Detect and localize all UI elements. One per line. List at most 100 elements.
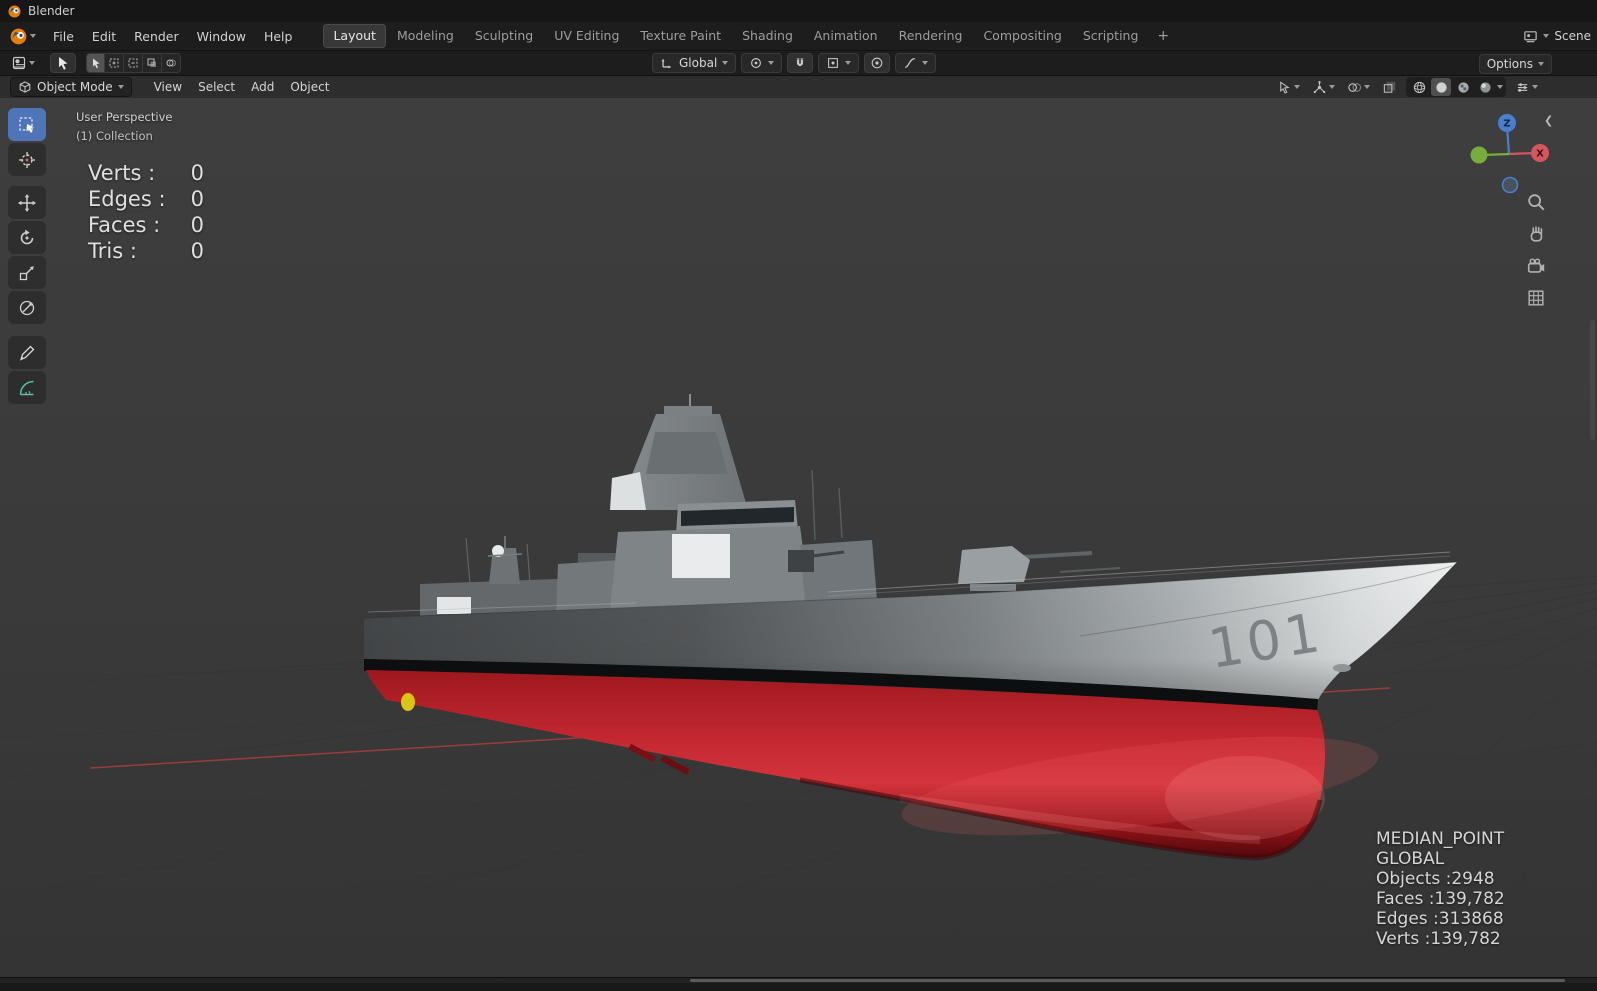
xray-icon [1383, 81, 1396, 93]
proportional-editing-button[interactable] [864, 53, 891, 73]
viewport-info-text: User Perspective (1) Collection [76, 108, 172, 146]
tab-rendering[interactable]: Rendering [889, 24, 973, 48]
select-intersect-icon [166, 59, 176, 67]
selectability-filter-dropdown[interactable] [1274, 79, 1303, 96]
navigation-gizmo[interactable]: Z X [1464, 106, 1554, 200]
gizmos-dropdown[interactable] [1309, 79, 1338, 96]
scale-tool-button[interactable] [8, 256, 46, 289]
viewport-nav-buttons [1524, 190, 1548, 310]
camera-view-button[interactable] [1524, 254, 1548, 278]
tab-shading[interactable]: Shading [732, 24, 803, 48]
tab-uv-editing[interactable]: UV Editing [544, 24, 629, 48]
shading-rendered-button[interactable] [1475, 78, 1495, 96]
active-collection-label: (1) Collection [76, 129, 153, 143]
chevron-down-icon [30, 34, 36, 38]
projection-toggle-button[interactable] [1524, 286, 1548, 310]
active-tool-indicator[interactable] [50, 53, 76, 73]
gizmo-neg-z-axis[interactable] [1501, 176, 1519, 194]
orientation-label: Global [679, 56, 718, 70]
falloff-dropdown[interactable] [895, 53, 937, 73]
menu-object[interactable]: Object [282, 76, 337, 98]
topbar: File Edit Render Window Help Layout Mode… [0, 22, 1597, 50]
stat-value: 0 [190, 161, 204, 185]
menu-select[interactable]: Select [190, 76, 243, 98]
options-dropdown[interactable]: Options [1478, 54, 1552, 74]
chevron-down-icon [1364, 85, 1370, 89]
3d-cursor-icon [19, 151, 35, 168]
chevron-down-icon [29, 61, 35, 65]
select-mode-subtract-button[interactable] [124, 53, 143, 73]
select-mode-invert-button[interactable] [143, 53, 162, 73]
select-mode-new-button[interactable] [86, 53, 105, 73]
transform-info-overlay: MEDIAN_POINT GLOBAL Objects :2948 Faces … [1376, 829, 1505, 949]
shading-wireframe-button[interactable] [1409, 78, 1429, 96]
stat-tris: Tris : 0 [88, 238, 204, 264]
viewport-vertical-scrollbar[interactable] [1590, 320, 1595, 440]
select-new-icon [92, 58, 99, 69]
viewport-settings-icon [1517, 82, 1528, 92]
stat-value: 0 [190, 239, 204, 263]
overlays-dropdown[interactable] [1344, 79, 1373, 96]
editor-type-selector[interactable] [8, 54, 38, 72]
measure-tool-button[interactable] [8, 371, 46, 404]
viewport-canvas[interactable]: 101 [0, 98, 1597, 977]
tab-modeling[interactable]: Modeling [387, 24, 464, 48]
3d-viewport[interactable]: 101 User Perspective (1) Collection Vert… [0, 98, 1597, 977]
menu-render[interactable]: Render [125, 22, 188, 50]
transform-tool-button[interactable] [8, 291, 46, 324]
overlay-faces-count: Faces :139,782 [1376, 889, 1505, 909]
chevron-down-icon [722, 61, 729, 65]
menu-window[interactable]: Window [188, 22, 255, 50]
tab-animation[interactable]: Animation [804, 24, 888, 48]
menu-file[interactable]: File [44, 22, 83, 50]
viewport-settings-dropdown[interactable] [1512, 79, 1541, 96]
zoom-button[interactable] [1524, 190, 1548, 214]
cursor-tool-button[interactable] [8, 143, 46, 176]
tab-layout[interactable]: Layout [323, 24, 386, 48]
gizmo-y-axis[interactable] [1470, 146, 1488, 164]
horizontal-scrollbar-track[interactable] [0, 978, 1597, 983]
shading-solid-button[interactable] [1431, 78, 1451, 96]
snap-toggle-button[interactable] [787, 53, 814, 73]
select-extend-icon [109, 58, 119, 68]
sidebar-expand-arrow[interactable]: ❮ [1544, 114, 1553, 127]
titlebar: Blender [0, 0, 1597, 22]
camera-icon [1527, 258, 1545, 273]
chevron-down-icon [117, 85, 124, 89]
mode-dropdown[interactable]: Object Mode [10, 77, 132, 97]
xray-toggle[interactable] [1379, 79, 1400, 96]
move-tool-button[interactable] [8, 186, 46, 219]
pan-button[interactable] [1524, 222, 1548, 246]
overlays-icon [1348, 82, 1362, 92]
scene-selector[interactable]: Scene [1523, 29, 1597, 44]
horizontal-scrollbar-handle[interactable] [690, 979, 1565, 982]
tab-scripting[interactable]: Scripting [1073, 24, 1149, 48]
menu-help[interactable]: Help [255, 22, 302, 50]
select-mode-extend-button[interactable] [105, 53, 124, 73]
menu-view[interactable]: View [146, 76, 190, 98]
select-invert-icon [147, 58, 156, 67]
blender-menu-button[interactable] [0, 22, 44, 50]
annotate-tool-button[interactable] [8, 336, 46, 369]
menu-edit[interactable]: Edit [83, 22, 125, 50]
tab-compositing[interactable]: Compositing [973, 24, 1071, 48]
orientation-dropdown[interactable]: Global [652, 53, 737, 73]
scene-statistics: Verts : 0 Edges : 0 Faces : 0 Tris : 0 [88, 160, 204, 264]
add-workspace-button[interactable]: + [1149, 28, 1177, 44]
select-mode-intersect-button[interactable] [162, 53, 181, 73]
tool-settings-bar: Global Options [0, 50, 1597, 75]
rotate-tool-button[interactable] [8, 221, 46, 254]
stat-edges: Edges : 0 [88, 186, 204, 212]
snap-target-icon [828, 58, 839, 68]
snap-target-dropdown[interactable] [818, 53, 860, 73]
select-box-tool-button[interactable] [8, 108, 46, 141]
chevron-down-icon [1532, 85, 1538, 89]
stat-label: Tris : [88, 239, 137, 263]
tab-texture-paint[interactable]: Texture Paint [630, 24, 731, 48]
pivot-point-dropdown[interactable] [741, 53, 783, 73]
viewport-header: Object Mode View Select Add Object [0, 75, 1597, 98]
menu-add[interactable]: Add [243, 76, 282, 98]
overlay-verts-count: Verts :139,782 [1376, 929, 1501, 949]
tab-sculpting[interactable]: Sculpting [465, 24, 543, 48]
shading-material-button[interactable] [1453, 78, 1473, 96]
